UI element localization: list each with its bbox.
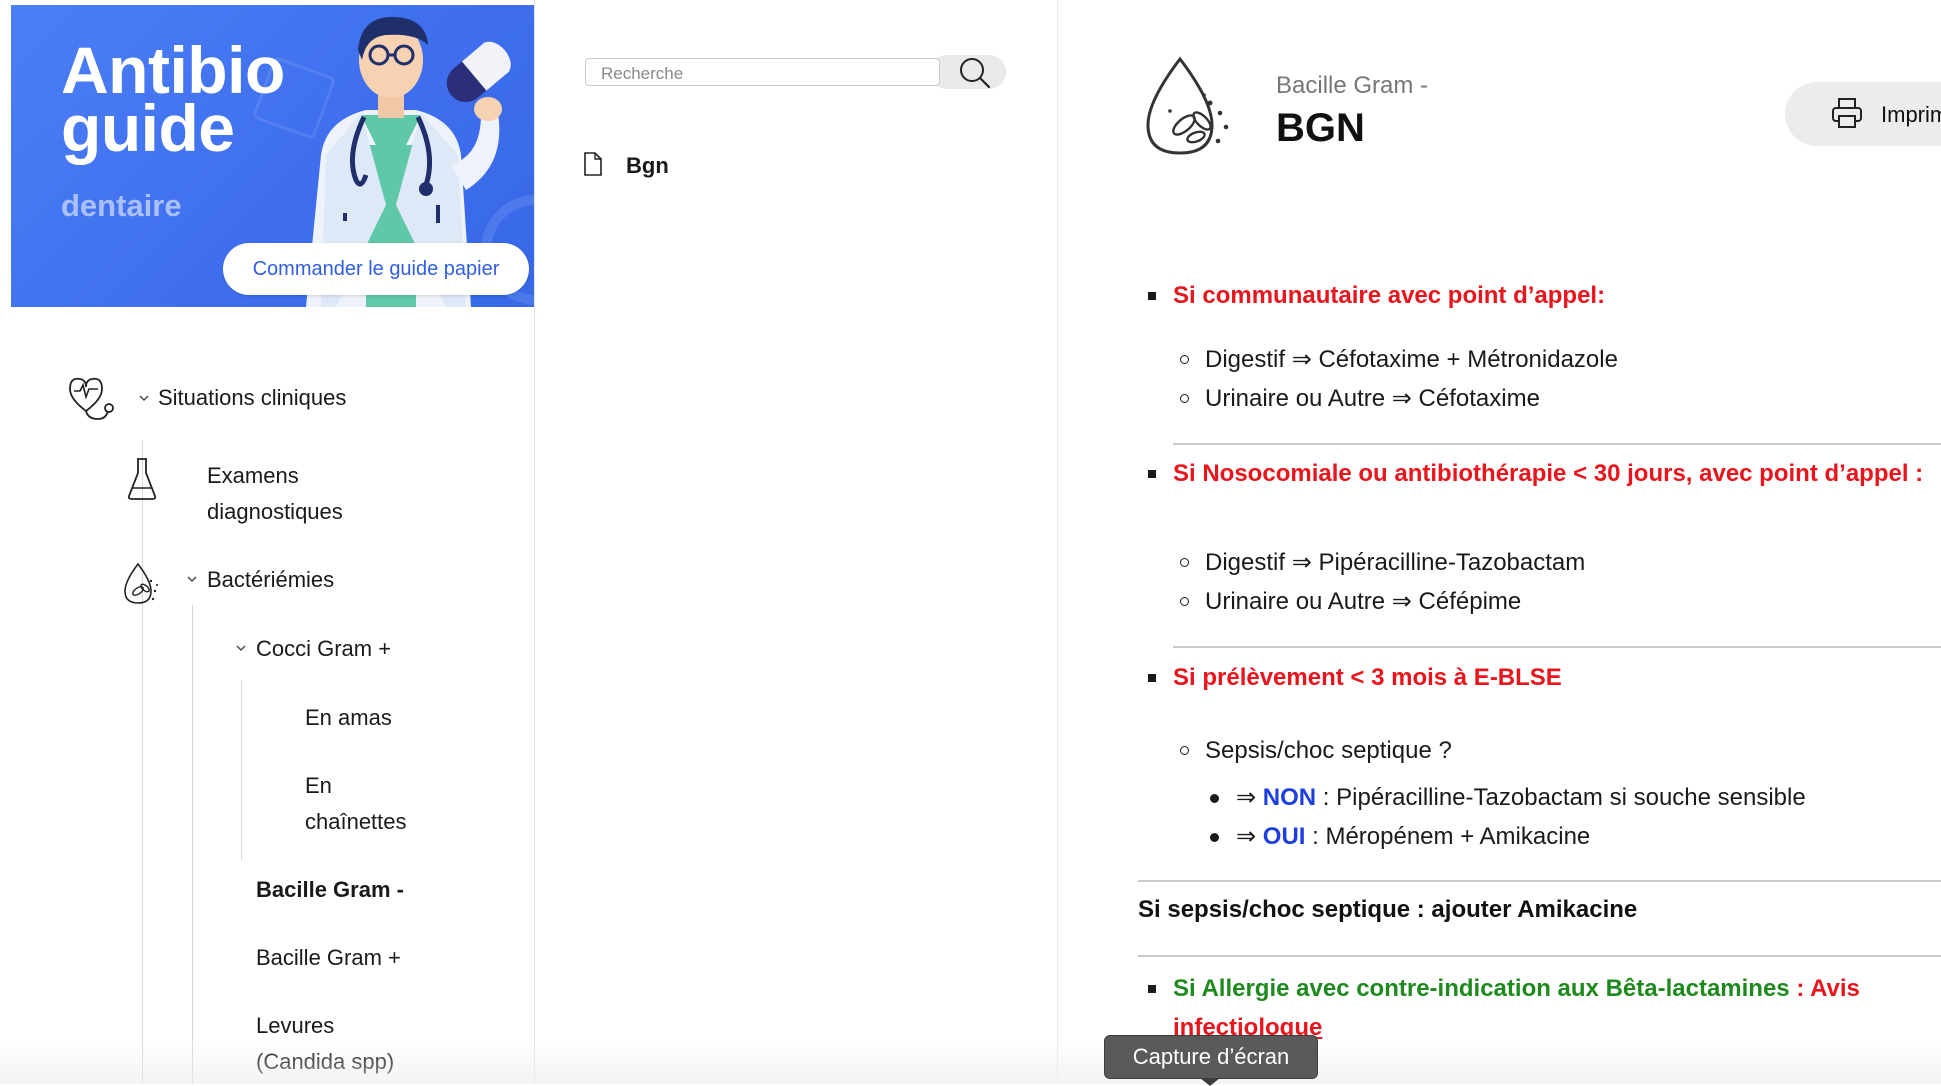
chevron-down-icon[interactable] [139,393,149,403]
list-bullet [1180,597,1189,606]
section-heading-communautaire: Si communautaire avec point d’appel: [1173,282,1606,309]
list-item: Urinaire ou Autre ⇒ Céfotaxime [1205,385,1540,412]
list-item: Sepsis/choc septique ? [1205,737,1452,764]
search-result-label: Bgn [626,153,669,178]
section-heading-nosocomiale: Si Nosocomiale ou antibiothérapie < 30 j… [1173,460,1924,487]
list-bullet [1210,794,1219,803]
search-input[interactable] [585,58,940,86]
blood-drop-bacteria-icon [124,562,158,604]
app-subtitle: dentaire [61,188,182,223]
list-bullet [1180,746,1189,755]
arrow-symbol: ⇒ [1236,823,1257,850]
list-bullet [1180,394,1189,403]
document-icon [584,152,602,176]
nav-bacteriemies[interactable]: Bactériémies [207,562,334,598]
list-item-text: : Méropénem + Amikacine [1312,823,1591,850]
list-item-oui: ⇒ OUI : Méropénem + Amikacine [1236,821,1590,853]
nav-levures[interactable]: Levures (Candida spp) [256,1008,394,1080]
app-banner: Antibio guide dentaire Commander le guid… [11,5,535,307]
nav-levures-line1: Levures [256,1013,335,1038]
app-logo-title: Antibio guide [61,37,285,165]
keyword-non: NON [1262,784,1317,811]
article-content: Si communautaire avec point d’appel: Dig… [1138,0,1941,1084]
nav-en-chainettes-line2: chaînettes [305,809,407,834]
list-item: Digestif ⇒ Pipéracilline-Tazobactam [1205,549,1586,576]
app-title-line2: guide [61,91,235,165]
tree-guide-line [241,680,242,860]
list-bullet [1148,292,1156,300]
allergie-heading-red: : Avis [1796,975,1860,1002]
keyword-oui: OUI [1262,823,1306,850]
arrow-symbol: ⇒ [1236,784,1257,811]
nav-en-chainettes[interactable]: En chaînettes [305,768,407,840]
nav-examens-diagnostiques[interactable]: Examens diagnostiques [207,458,343,530]
list-item-text: : Pipéracilline-Tazobactam si souche sen… [1322,784,1806,811]
screenshot-tooltip: Capture d’écran [1104,1035,1318,1079]
section-heading-allergie: Si Allergie avec contre-indication aux B… [1173,973,1860,1005]
column-divider [1057,0,1058,1084]
list-bullet [1148,674,1156,682]
tree-guide-line [142,440,143,1084]
list-item-non: ⇒ NON : Pipéracilline-Tazobactam si souc… [1236,782,1806,814]
list-item: Digestif ⇒ Céfotaxime + Métronidazole [1205,346,1618,373]
column-divider [534,0,535,1084]
list-item: Urinaire ou Autre ⇒ Céfépime [1205,588,1522,615]
divider [1138,955,1941,957]
sepsis-note: Si sepsis/choc septique : ajouter Amikac… [1138,896,1638,923]
list-bullet [1148,985,1156,993]
nav-situations-cliniques[interactable]: Situations cliniques [158,380,346,416]
flask-icon [127,458,157,500]
stethoscope-heart-icon [69,377,114,420]
section-heading-eblse: Si prélèvement < 3 mois à E-BLSE [1173,664,1562,691]
nav-examens-line2: diagnostiques [207,499,343,524]
allergie-heading-green: Si Allergie avec contre-indication aux B… [1173,975,1790,1002]
nav-bacille-gram-positive[interactable]: Bacille Gram + [256,940,401,976]
order-paper-guide-button[interactable]: Commander le guide papier [223,243,529,295]
chevron-down-icon[interactable] [187,574,197,584]
nav-bacille-gram-negative[interactable]: Bacille Gram - [256,872,404,908]
tree-guide-line [192,605,193,1084]
nav-examens-line1: Examens [207,463,299,488]
nav-cocci-gram-positive[interactable]: Cocci Gram + [256,631,391,667]
nav-en-amas[interactable]: En amas [305,700,392,736]
list-bullet [1180,355,1189,364]
divider [1173,443,1941,445]
search-icon[interactable] [958,56,992,90]
divider [1173,646,1941,648]
chevron-down-icon[interactable] [236,643,246,653]
list-bullet [1180,558,1189,567]
nav-levures-line2: (Candida spp) [256,1049,395,1074]
tooltip-tail [1200,1078,1220,1086]
divider [1138,880,1941,882]
sidebar: Antibio guide dentaire Commander le guid… [0,0,535,1084]
list-bullet [1148,470,1156,478]
list-bullet [1210,833,1219,842]
nav-en-chainettes-line1: En [305,773,332,798]
